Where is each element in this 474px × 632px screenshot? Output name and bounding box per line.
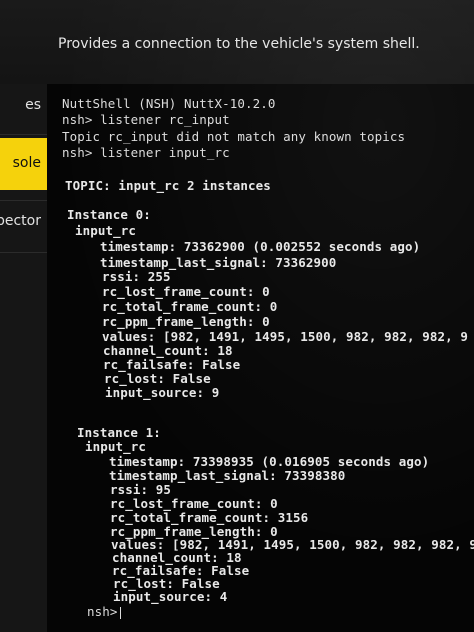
terminal-line: rc_lost_frame_count: 0 xyxy=(102,284,270,299)
terminal-line: timestamp: 73362900 (0.002552 seconds ag… xyxy=(100,239,421,254)
terminal-line: input_source: 4 xyxy=(113,589,228,604)
terminal-line: timestamp: 73398935 (0.016905 seconds ag… xyxy=(109,454,430,469)
prompt-text: nsh> xyxy=(87,604,118,619)
terminal-line: channel_count: 18 xyxy=(103,343,233,358)
terminal-line: rssi: 255 xyxy=(102,269,171,284)
terminal-line: rc_lost_frame_count: 0 xyxy=(110,496,278,511)
terminal-line: rc_ppm_frame_length: 0 xyxy=(102,314,270,329)
sidebar-divider xyxy=(0,134,47,135)
terminal-line: rc_failsafe: False xyxy=(103,357,241,372)
terminal-line: rc_lost: False xyxy=(104,371,211,386)
sidebar-item-label: sole xyxy=(12,155,41,171)
terminal-line: values: [982, 1491, 1495, 1500, 982, 982… xyxy=(102,329,469,344)
sidebar-divider xyxy=(0,252,47,253)
sidebar-item-label: pector xyxy=(0,213,41,229)
terminal-line: rc_total_frame_count: 3156 xyxy=(110,510,309,525)
console-description: Provides a connection to the vehicle's s… xyxy=(58,36,420,52)
shell-prompt[interactable]: nsh> xyxy=(87,605,121,619)
terminal-line: nsh> listener rc_input xyxy=(62,112,230,127)
sidebar-item-label: es xyxy=(25,97,41,113)
sidebar-item-inspector[interactable]: pector xyxy=(0,208,47,236)
console-header: Provides a connection to the vehicle's s… xyxy=(0,0,474,84)
terminal-line: Instance 1: xyxy=(77,425,161,440)
sidebar-item-console[interactable]: sole xyxy=(0,138,47,190)
sidebar-item-partial-top[interactable]: es xyxy=(0,94,47,118)
sidebar-divider xyxy=(0,200,47,201)
terminal-line: timestamp_last_signal: 73398380 xyxy=(109,468,346,483)
shell-terminal[interactable]: NuttShell (NSH) NuttX-10.2.0 nsh> listen… xyxy=(47,84,474,632)
terminal-line: input_rc xyxy=(85,439,147,454)
terminal-line: input_rc xyxy=(75,223,137,238)
text-cursor xyxy=(119,606,121,619)
sidebar: es sole pector xyxy=(0,84,47,632)
terminal-line: input_source: 9 xyxy=(105,385,220,400)
terminal-line: nsh> listener input_rc xyxy=(62,145,230,160)
terminal-line: rssi: 95 xyxy=(110,482,172,497)
terminal-line: NuttShell (NSH) NuttX-10.2.0 xyxy=(62,96,276,111)
terminal-line: timestamp_last_signal: 73362900 xyxy=(100,255,337,270)
terminal-line: TOPIC: input_rc 2 instances xyxy=(65,178,271,193)
terminal-line: rc_total_frame_count: 0 xyxy=(102,299,278,314)
terminal-line: Instance 0: xyxy=(67,207,151,222)
terminal-line: Topic rc_input did not match any known t… xyxy=(62,129,406,144)
